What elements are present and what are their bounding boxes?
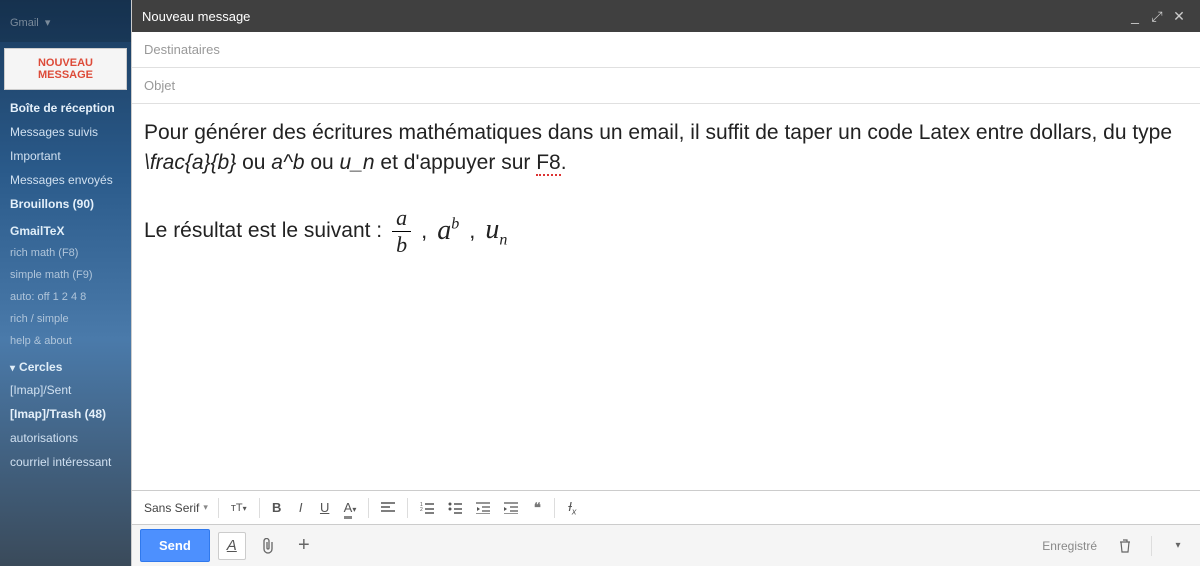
subscript-base: u [485, 214, 499, 245]
bullet-list-button[interactable] [442, 498, 468, 518]
compose-header: Nouveau message _ ⤢ ✕ [132, 0, 1200, 32]
insert-more-button[interactable]: + [290, 532, 318, 560]
format-toolbar: Sans Serif ▾ ᴛT▾ B I U A▾ 12 ❝ Ix [132, 490, 1200, 524]
subscript-index: n [499, 232, 507, 249]
gmail-logo-caret: ▾ [45, 17, 51, 29]
body-text: Le résultat est le suivant : [144, 216, 382, 246]
align-button[interactable] [375, 498, 401, 518]
gmailtex-rich[interactable]: rich math (F8) [0, 242, 131, 264]
text-color-button[interactable]: A▾ [338, 496, 363, 519]
gmail-logo[interactable]: Gmail ▾ [0, 0, 131, 42]
comma: , [469, 215, 475, 247]
sidebar-item-imap-trash[interactable]: [Imap]/Trash (48) [0, 402, 131, 426]
message-body[interactable]: Pour générer des écritures mathématiques… [132, 104, 1200, 490]
caret-down-icon: ▾ [203, 502, 208, 513]
comma: , [421, 215, 427, 247]
discard-icon[interactable] [1111, 532, 1139, 560]
chevron-down-icon: ▾ [10, 363, 15, 374]
indent-more-button[interactable] [498, 498, 524, 518]
separator [259, 498, 260, 518]
send-button[interactable]: Send [140, 529, 210, 562]
compose-title: Nouveau message [142, 9, 1124, 24]
close-icon[interactable]: ✕ [1168, 8, 1190, 25]
italic-button[interactable]: I [290, 496, 312, 519]
separator [368, 498, 369, 518]
remove-format-button[interactable]: Ix [561, 495, 583, 521]
numbered-list-button[interactable]: 12 [414, 498, 440, 518]
compose-button[interactable]: NOUVEAU MESSAGE [4, 48, 127, 90]
attach-icon[interactable] [254, 532, 282, 560]
compose-window: Nouveau message _ ⤢ ✕ Destinataires Obje… [131, 0, 1200, 566]
maximize-icon[interactable]: ⤢ [1146, 8, 1168, 25]
separator [554, 498, 555, 518]
format-toggle-button[interactable]: A [218, 532, 246, 560]
send-toolbar: Send A + Enregistré ▾ [132, 524, 1200, 566]
circles-label: Cercles [19, 360, 62, 374]
math-subscript: un [485, 210, 507, 252]
subject-field[interactable]: Objet [132, 68, 1200, 104]
body-text: ou [305, 151, 340, 174]
latex-code-power: a^b [271, 151, 304, 174]
sidebar-item-drafts[interactable]: Brouillons (90) [0, 192, 131, 216]
separator [218, 498, 219, 518]
sidebar-item-courriel[interactable]: courriel intéressant [0, 450, 131, 474]
body-text: ou [236, 151, 271, 174]
sidebar-item-sent[interactable]: Messages envoyés [0, 168, 131, 192]
body-math-line: Le résultat est le suivant : a b , ab , … [144, 207, 1188, 256]
body-text: et d'appuyer sur [375, 151, 537, 174]
font-name: Sans Serif [144, 501, 199, 515]
font-selector[interactable]: Sans Serif ▾ [140, 497, 212, 519]
circles-section[interactable]: ▾ Cercles [0, 352, 131, 378]
sidebar: Gmail ▾ NOUVEAU MESSAGE Boîte de récepti… [0, 0, 131, 566]
underline-button[interactable]: U [314, 496, 336, 519]
fraction-denominator: b [396, 232, 407, 256]
math-power: ab [437, 211, 459, 252]
gmailtex-section: GmailTeX [0, 216, 131, 242]
sidebar-item-important[interactable]: Important [0, 144, 131, 168]
gmail-logo-text: Gmail [10, 17, 39, 29]
sidebar-item-imap-sent[interactable]: [Imap]/Sent [0, 378, 131, 402]
bold-button[interactable]: B [266, 496, 288, 519]
font-size-button[interactable]: ᴛT▾ [225, 498, 253, 518]
body-text: Pour générer des écritures mathématiques… [144, 121, 1172, 144]
saved-status: Enregistré [1042, 539, 1097, 553]
separator [1151, 536, 1152, 556]
math-fraction: a b [392, 207, 411, 256]
gmailtex-help[interactable]: help & about [0, 330, 131, 352]
gmailtex-mode[interactable]: rich / simple [0, 308, 131, 330]
power-exponent: b [451, 216, 459, 233]
power-base: a [437, 215, 451, 246]
sidebar-item-inbox[interactable]: Boîte de réception [0, 96, 131, 120]
gmailtex-auto[interactable]: auto: off 1 2 4 8 [0, 286, 131, 308]
body-paragraph-1: Pour générer des écritures mathématiques… [144, 118, 1188, 179]
svg-text:2: 2 [420, 507, 423, 513]
minimize-icon[interactable]: _ [1124, 8, 1146, 24]
separator [407, 498, 408, 518]
latex-code-frac: \frac{a}{b} [144, 151, 236, 174]
key-f8: F8 [536, 151, 561, 176]
fraction-numerator: a [392, 207, 411, 232]
more-options-button[interactable]: ▾ [1164, 532, 1192, 560]
recipients-field[interactable]: Destinataires [132, 32, 1200, 68]
indent-less-button[interactable] [470, 498, 496, 518]
sidebar-item-starred[interactable]: Messages suivis [0, 120, 131, 144]
quote-button[interactable]: ❝ [526, 496, 548, 520]
latex-code-subscript: u_n [340, 151, 375, 174]
sidebar-item-autorisations[interactable]: autorisations [0, 426, 131, 450]
body-text: . [561, 151, 567, 174]
gmailtex-simple[interactable]: simple math (F9) [0, 264, 131, 286]
